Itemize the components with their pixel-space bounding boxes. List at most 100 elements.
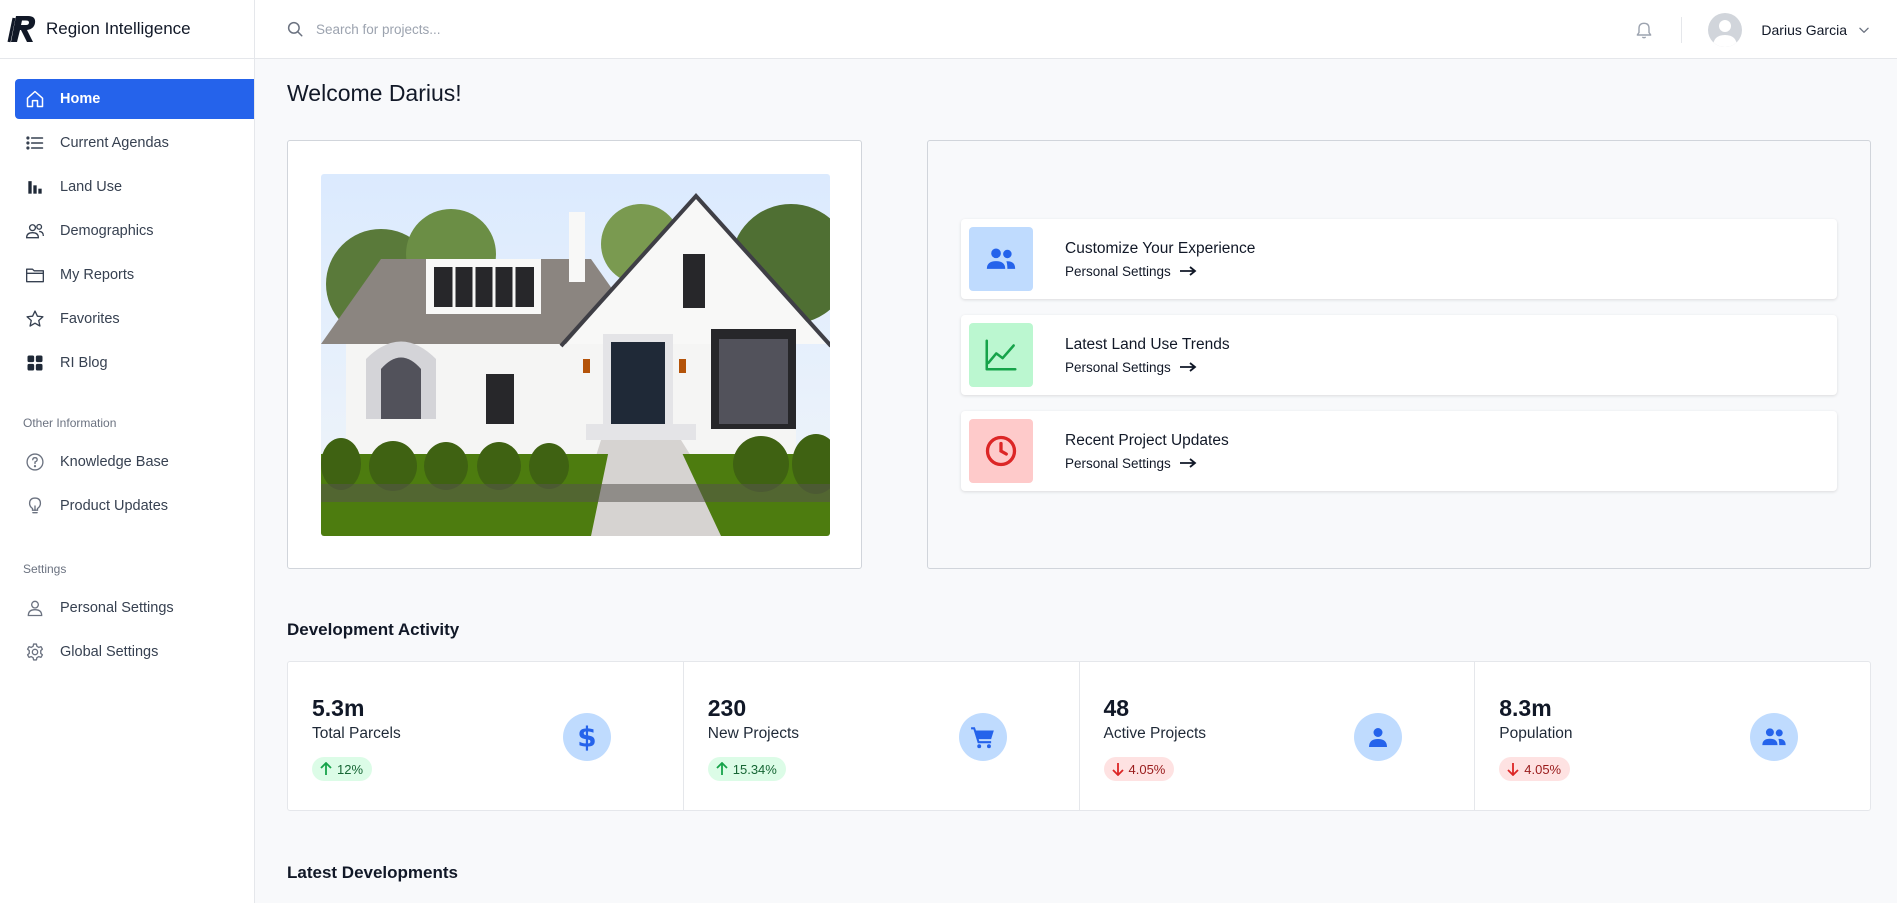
action-land-use-trends[interactable]: Latest Land Use Trends Personal Settings (961, 315, 1837, 395)
stat-population: 8.3m Population 4.05% (1475, 662, 1870, 810)
bell-icon[interactable] (1633, 19, 1655, 41)
nav-item-my-reports[interactable]: My Reports (15, 255, 254, 295)
users-icon (24, 220, 46, 242)
development-activity-heading: Development Activity (287, 620, 460, 639)
arrow-down-icon (1111, 762, 1124, 776)
avatar[interactable] (1708, 12, 1743, 47)
action-link-label: Personal Settings (1065, 455, 1171, 471)
nav-label-current-agendas: Current Agendas (60, 135, 169, 151)
person-icon (1354, 713, 1403, 761)
action-link[interactable]: Personal Settings (1065, 264, 1255, 279)
action-title: Recent Project Updates (1065, 431, 1229, 449)
home-icon (24, 88, 46, 110)
stat-active-projects: 48 Active Projects 4.05% (1080, 662, 1476, 810)
folder-icon (24, 264, 46, 286)
change-value: 15.34% (732, 761, 777, 777)
stat-label: New Projects (707, 725, 800, 742)
page-title: Welcome Darius! (287, 80, 462, 106)
nav-label-favorites: Favorites (60, 311, 120, 327)
nav-label-knowledge-base: Knowledge Base (60, 454, 169, 470)
arrow-down-icon (1507, 762, 1519, 776)
lightbulb-icon (24, 495, 46, 517)
brand[interactable]: Region Intelligence (0, 0, 254, 59)
action-customize-experience[interactable]: Customize Your Experience Personal Setti… (961, 219, 1837, 299)
stat-label: Active Projects (1103, 725, 1207, 742)
nav-item-product-updates[interactable]: Product Updates (15, 486, 254, 526)
chevron-down-icon[interactable] (1857, 23, 1871, 37)
nav-item-global-settings[interactable]: Global Settings (15, 632, 254, 672)
star-icon (24, 308, 46, 330)
settings-heading: Settings (23, 562, 67, 576)
arrow-right-icon (1179, 458, 1197, 468)
user-area: Darius Garcia (1633, 0, 1871, 59)
group-icon (1750, 713, 1798, 761)
search-icon (286, 20, 304, 38)
nav-item-land-use[interactable]: Land Use (15, 167, 254, 207)
nav-item-favorites[interactable]: Favorites (15, 299, 254, 339)
bar-chart-icon (24, 176, 46, 198)
change-value: 4.05% (1524, 761, 1562, 777)
main-nav: Home Current Agendas Land Use Demographi… (0, 59, 254, 672)
other-information-heading: Other Information (23, 416, 117, 430)
svg-text:$: $ (577, 722, 596, 752)
arrow-up-icon (716, 762, 728, 776)
stat-value: 48 (1103, 695, 1130, 721)
nav-item-demographics[interactable]: Demographics (15, 211, 254, 251)
change-value: 12% (337, 761, 364, 777)
trend-chart-icon (969, 323, 1033, 387)
change-badge: 15.34% (707, 757, 786, 781)
action-recent-project-updates[interactable]: Recent Project Updates Personal Settings (961, 411, 1837, 491)
nav-label-product-updates: Product Updates (60, 498, 169, 514)
grid-icon (24, 352, 46, 374)
users-icon (969, 227, 1033, 291)
hero-card (287, 140, 862, 569)
stats-row: 5.3m Total Parcels 12% $ 230 New Project… (287, 661, 1871, 811)
stat-value: 230 (707, 695, 747, 721)
region-intelligence-logo-icon (7, 13, 39, 45)
nav-item-ri-blog[interactable]: RI Blog (15, 343, 254, 383)
change-badge: 4.05% (1499, 757, 1571, 781)
quick-actions-panel: Customize Your Experience Personal Setti… (927, 140, 1871, 569)
nav-item-current-agendas[interactable]: Current Agendas (15, 123, 254, 163)
nav-label-personal-settings: Personal Settings (60, 600, 174, 616)
stat-label: Total Parcels (312, 725, 401, 742)
user-icon (24, 597, 46, 619)
nav-label-global-settings: Global Settings (60, 644, 159, 660)
clock-icon (969, 419, 1033, 483)
arrow-right-icon (1179, 266, 1197, 276)
sidebar: Region Intelligence Home Current Agendas… (0, 0, 255, 903)
action-link[interactable]: Personal Settings (1065, 456, 1229, 471)
action-title: Latest Land Use Trends (1065, 335, 1230, 353)
action-title: Customize Your Experience (1065, 239, 1256, 257)
dollar-icon: $ (562, 713, 611, 761)
latest-developments-heading: Latest Developments (287, 863, 458, 882)
help-circle-icon (24, 451, 46, 473)
stat-value: 8.3m (1499, 695, 1552, 721)
stat-total-parcels: 5.3m Total Parcels 12% $ (288, 662, 684, 810)
house-photo[interactable] (321, 174, 830, 536)
action-link-label: Personal Settings (1065, 359, 1171, 375)
stat-label: Population (1499, 725, 1573, 742)
nav-label-demographics: Demographics (60, 223, 154, 239)
top-bar: Darius Garcia (255, 0, 1897, 59)
cart-icon (958, 713, 1007, 761)
stat-value: 5.3m (312, 695, 365, 721)
action-link[interactable]: Personal Settings (1065, 360, 1230, 375)
nav-item-home[interactable]: Home (15, 79, 254, 119)
nav-item-personal-settings[interactable]: Personal Settings (15, 588, 254, 628)
nav-label-land-use: Land Use (60, 179, 123, 195)
nav-label-my-reports: My Reports (60, 267, 135, 283)
user-name[interactable]: Darius Garcia (1761, 22, 1847, 38)
action-link-label: Personal Settings (1065, 263, 1171, 279)
gear-icon (24, 641, 46, 663)
nav-item-knowledge-base[interactable]: Knowledge Base (15, 442, 254, 482)
brand-name: Region Intelligence (46, 19, 191, 38)
change-badge: 4.05% (1103, 757, 1175, 781)
search-input[interactable] (316, 21, 816, 37)
change-badge: 12% (312, 757, 373, 781)
change-value: 4.05% (1128, 761, 1166, 777)
arrow-up-icon (320, 762, 332, 776)
nav-label-ri-blog: RI Blog (60, 355, 108, 371)
search-bar (286, 20, 886, 38)
nav-label-home: Home (60, 91, 101, 107)
